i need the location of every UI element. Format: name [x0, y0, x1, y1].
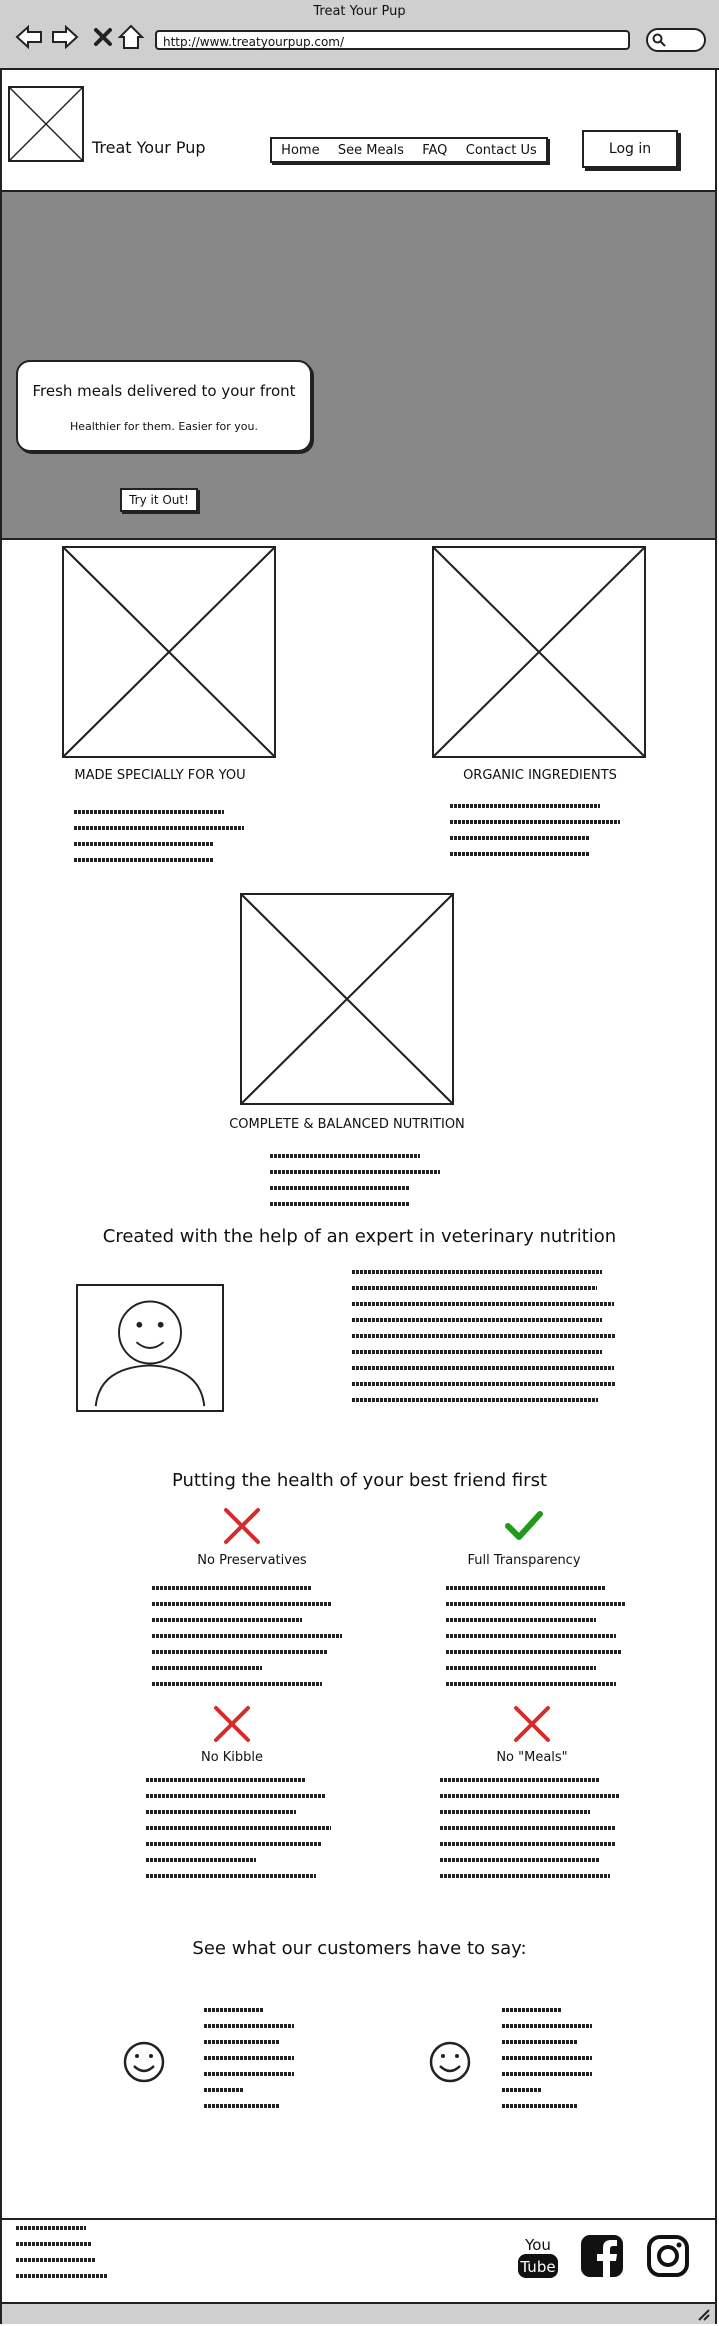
- nav-faq[interactable]: FAQ: [422, 143, 447, 158]
- back-icon[interactable]: [14, 22, 44, 52]
- feature-caption-nutrition: COMPLETE & BALANCED NUTRITION: [229, 1117, 465, 1132]
- footer-divider: [2, 2218, 715, 2220]
- svg-text:Tube: Tube: [519, 2258, 555, 2276]
- feature-image-nutrition: [240, 893, 454, 1105]
- x-icon: [224, 1508, 260, 1544]
- browser-search-field[interactable]: [646, 28, 706, 52]
- scribble-text-no-preservatives: [152, 1586, 342, 1686]
- close-icon[interactable]: [88, 22, 118, 52]
- feature-caption-made-specially: MADE SPECIALLY FOR YOU: [74, 768, 246, 783]
- testimonials-section-title: See what our customers have to say:: [192, 1938, 527, 1959]
- brand-name: Treat Your Pup: [92, 138, 206, 157]
- scribble-text-full-transparency: [446, 1586, 626, 1686]
- scribble-text-testimonial-1: [204, 2008, 294, 2108]
- health-section-title: Putting the health of your best friend f…: [171, 1470, 548, 1491]
- youtube-icon[interactable]: You Tube: [516, 2232, 560, 2280]
- home-icon[interactable]: [116, 22, 146, 52]
- smiley-icon: [123, 2041, 165, 2083]
- hero-callout: Fresh meals delivered to your front Heal…: [16, 360, 312, 452]
- nav-contact-us[interactable]: Contact Us: [466, 143, 537, 158]
- nav-home[interactable]: Home: [281, 143, 319, 158]
- x-icon: [214, 1706, 250, 1742]
- search-icon: [652, 33, 666, 47]
- check-icon: [505, 1511, 543, 1540]
- scribble-text-no-meals: [440, 1778, 620, 1878]
- feature-image-made-specially: [62, 546, 276, 758]
- hero-heading: Fresh meals delivered to your front: [32, 382, 296, 400]
- address-bar[interactable]: http://www.treatyourpup.com/: [155, 30, 630, 50]
- login-button[interactable]: Log in: [582, 130, 678, 168]
- scribble-text-testimonial-2: [502, 2008, 592, 2108]
- expert-avatar: [76, 1284, 224, 1412]
- main-navigation: Home See Meals FAQ Contact Us: [270, 137, 548, 163]
- window-title: Treat Your Pup: [313, 4, 406, 19]
- health-item-label: Full Transparency: [467, 1553, 581, 1568]
- resize-grip-icon[interactable]: [695, 2306, 711, 2322]
- health-item-label: No Preservatives: [197, 1553, 307, 1568]
- nav-see-meals[interactable]: See Meals: [338, 143, 404, 158]
- feature-image-organic: [432, 546, 646, 758]
- browser-status-bar: [2, 2302, 715, 2324]
- health-item-label: No Kibble: [200, 1750, 264, 1765]
- forward-icon[interactable]: [50, 22, 80, 52]
- scribble-text-made-specially: [74, 810, 244, 862]
- smiley-icon: [429, 2041, 471, 2083]
- logo-placeholder: [8, 86, 84, 162]
- scribble-text-footer: [16, 2226, 108, 2278]
- health-item-label: No "Meals": [496, 1750, 568, 1765]
- svg-text:You: You: [524, 2236, 551, 2254]
- hero-subheading: Healthier for them. Easier for you.: [70, 420, 258, 433]
- try-it-out-button[interactable]: Try it Out!: [120, 488, 198, 512]
- scribble-text-expert-bio: [352, 1270, 616, 1402]
- scribble-text-no-kibble: [146, 1778, 331, 1878]
- facebook-icon[interactable]: [580, 2234, 624, 2278]
- scribble-text-nutrition: [270, 1154, 440, 1206]
- instagram-icon[interactable]: [646, 2234, 690, 2278]
- x-icon: [514, 1706, 550, 1742]
- browser-toolbar: Treat Your Pup http://www.treatyourpup.c…: [0, 0, 719, 70]
- feature-caption-organic: ORGANIC INGREDIENTS: [463, 768, 617, 783]
- scribble-text-organic: [450, 804, 620, 856]
- expert-section-title: Created with the help of an expert in ve…: [102, 1226, 617, 1247]
